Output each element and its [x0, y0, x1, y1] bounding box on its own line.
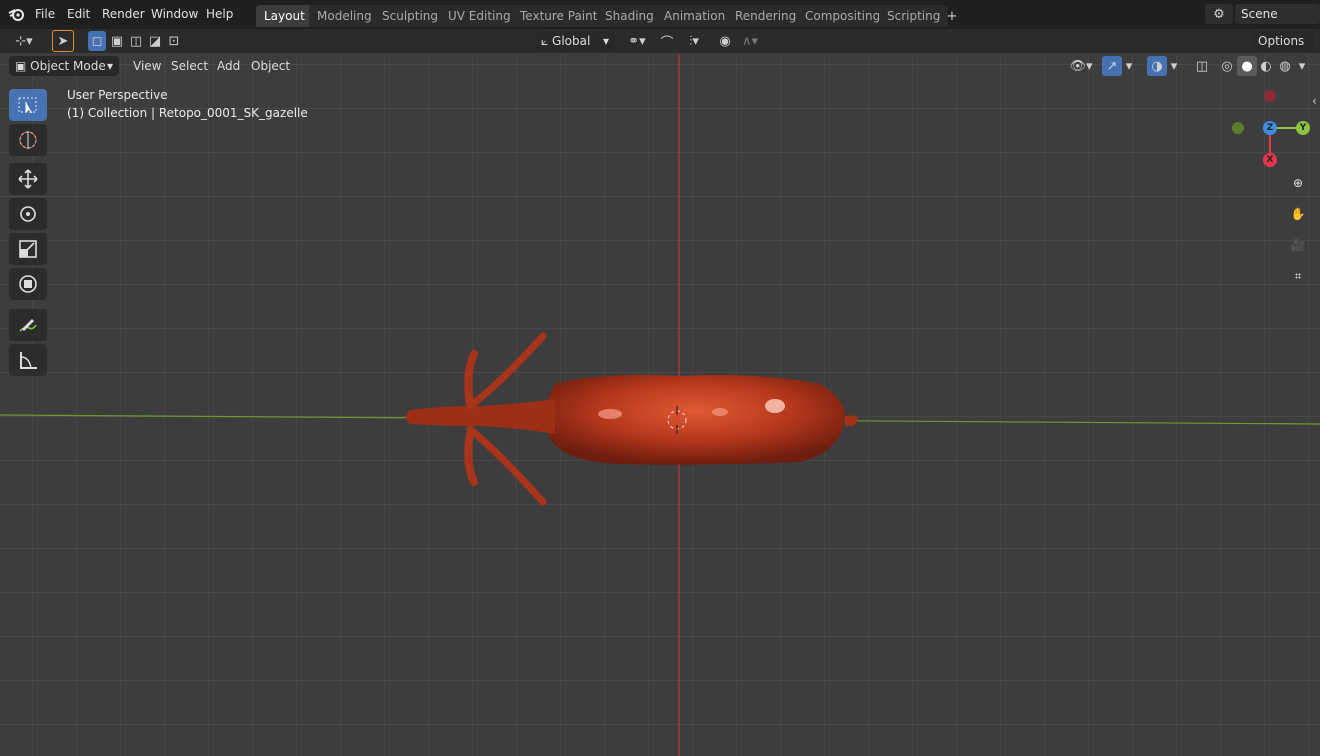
pan-hand-icon[interactable]: ✋	[1286, 202, 1310, 226]
select-box-icon[interactable]	[9, 89, 47, 121]
proportional-edit-icon[interactable]: ◉	[716, 31, 734, 51]
gizmo-dropdown-icon[interactable]: ▾	[1122, 56, 1136, 76]
transform-orientation-dropdown[interactable]: ⟀ Global ▾	[535, 31, 615, 51]
shading-dropdown-icon[interactable]: ▾	[1294, 56, 1310, 76]
camera-view-icon[interactable]: 🎥	[1286, 233, 1310, 257]
perspective-toggle-icon[interactable]: ⌗	[1286, 264, 1310, 288]
gizmo-neg-y[interactable]	[1232, 122, 1244, 134]
measure-icon[interactable]	[9, 344, 47, 376]
select-mode-new-icon[interactable]: ◻	[88, 31, 106, 51]
zoom-icon[interactable]: ⊕	[1286, 171, 1310, 195]
proportional-falloff-icon[interactable]: ∧▾	[736, 31, 764, 51]
menu-edit[interactable]: Edit	[62, 5, 95, 23]
solid-shading-icon[interactable]: ●	[1237, 56, 1257, 76]
tool-header: ⊹▾ ➤ ◻ ▣ ◫ ◪ ⊡ ⟀ Global ▾ ⚭▾ ⌒ ⫶▾ ◉ ∧▾ Op…	[0, 29, 1320, 68]
menu-select[interactable]: Select	[165, 56, 214, 76]
navigation-gizmo[interactable]: Z Y X	[1225, 84, 1315, 174]
top-menu-bar: File Edit Render Window Help Layout Mode…	[0, 0, 1320, 29]
tab-texture-paint[interactable]: Texture Paint	[512, 5, 606, 27]
tool-settings-icon[interactable]: ⊹▾	[8, 31, 40, 51]
annotate-icon[interactable]	[9, 309, 47, 341]
transform-icon[interactable]	[9, 268, 47, 300]
gizmo-neg-x[interactable]	[1264, 90, 1276, 102]
select-mode-extend-icon[interactable]: ▣	[108, 31, 126, 51]
tab-shading[interactable]: Shading	[597, 5, 662, 27]
gizmo-y-axis[interactable]: Y	[1296, 121, 1310, 135]
visibility-icon[interactable]: 👁▾	[1066, 56, 1096, 76]
menu-object[interactable]: Object	[245, 56, 296, 76]
3d-viewport[interactable]: ▣ Object Mode ▾ View Select Add Object 👁▾…	[0, 54, 1320, 756]
add-workspace-icon[interactable]: +	[942, 6, 962, 26]
view-perspective-label: User Perspective	[67, 88, 168, 102]
active-object-label: (1) Collection | Retopo_0001_SK_gazelle	[67, 106, 308, 120]
chevron-down-icon: ▾	[602, 34, 609, 48]
rendered-shading-icon[interactable]: ◍	[1275, 56, 1295, 76]
move-icon[interactable]	[9, 163, 47, 195]
wireframe-shading-icon[interactable]: ◎	[1217, 56, 1237, 76]
menu-add[interactable]: Add	[211, 56, 246, 76]
menu-window[interactable]: Window	[146, 5, 203, 23]
tab-scripting[interactable]: Scripting	[879, 5, 949, 27]
tab-modeling[interactable]: Modeling	[309, 5, 380, 27]
menu-file[interactable]: File	[30, 5, 60, 23]
gizmo-z-axis[interactable]: Z	[1263, 121, 1277, 135]
viewport-scene	[0, 54, 1320, 756]
object-mode-icon: ▣	[15, 59, 31, 73]
select-mode-intersect-icon[interactable]: ⊡	[165, 31, 183, 51]
pivot-point-icon[interactable]: ⚭▾	[621, 31, 653, 51]
menu-help[interactable]: Help	[201, 5, 238, 23]
tab-sculpting[interactable]: Sculpting	[374, 5, 447, 27]
orientation-icon: ⟀	[541, 34, 553, 48]
menu-view[interactable]: View	[127, 56, 167, 76]
overlay-dropdown-icon[interactable]: ▾	[1167, 56, 1181, 76]
menu-render[interactable]: Render	[97, 5, 150, 23]
snap-target-icon[interactable]: ⫶▾	[678, 31, 710, 51]
tab-uv-editing[interactable]: UV Editing	[440, 5, 519, 27]
select-mode-subtract-icon[interactable]: ◫	[127, 31, 145, 51]
gizmo-toggle-icon[interactable]: ↗	[1102, 56, 1122, 76]
tab-layout[interactable]: Layout	[256, 5, 313, 27]
sidebar-toggle-icon[interactable]: ‹	[1312, 94, 1317, 108]
overlay-toggle-icon[interactable]: ◑	[1147, 56, 1167, 76]
rotate-icon[interactable]	[9, 198, 47, 230]
gizmo-x-axis[interactable]: X	[1263, 153, 1277, 167]
tab-rendering[interactable]: Rendering	[727, 5, 805, 27]
gazelle-model	[406, 332, 858, 506]
scene-selector-icon[interactable]: ⚙	[1205, 4, 1233, 24]
chevron-down-icon: ▾	[106, 59, 113, 73]
object-mode-dropdown[interactable]: ▣ Object Mode ▾	[9, 56, 119, 76]
tab-animation[interactable]: Animation	[656, 5, 734, 27]
cursor-icon[interactable]	[9, 124, 47, 156]
options-dropdown[interactable]: Options▾	[1252, 31, 1314, 68]
select-mode-difference-icon[interactable]: ◪	[146, 31, 164, 51]
blender-logo-icon[interactable]	[8, 6, 26, 22]
scene-name-field[interactable]: Scene	[1235, 4, 1320, 24]
scale-icon[interactable]	[9, 233, 47, 265]
material-shading-icon[interactable]: ◐	[1256, 56, 1276, 76]
tab-compositing[interactable]: Compositing	[797, 5, 889, 27]
snap-toggle-icon[interactable]: ⌒	[658, 31, 676, 51]
xray-toggle-icon[interactable]: ◫	[1192, 56, 1212, 76]
select-tool-icon[interactable]: ➤	[52, 30, 74, 52]
